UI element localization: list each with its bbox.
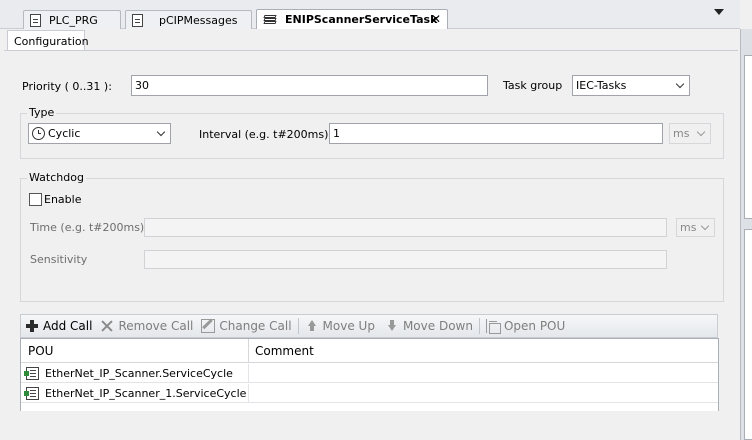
tab-label: pCIPMessages: [159, 13, 238, 27]
type-group-title: Type: [27, 106, 57, 119]
pou-icon: [24, 367, 39, 380]
watchdog-time-input[interactable]: [144, 218, 667, 237]
subtab-label: Configuration: [14, 34, 89, 48]
table-header: POU Comment: [21, 339, 718, 363]
pou-name: EtherNet_IP_Scanner_1.ServiceCycle: [45, 387, 247, 400]
pou-cell: EtherNet_IP_Scanner.ServiceCycle: [21, 364, 248, 383]
remove-call-label: Remove Call: [118, 319, 194, 333]
watchdog-group-title: Watchdog: [27, 171, 86, 184]
chevron-down-icon: [700, 221, 710, 231]
task-icon: [263, 14, 277, 26]
type-select[interactable]: Cyclic: [28, 123, 171, 144]
open-pou-label: Open POU: [503, 319, 566, 333]
move-down-label: Move Down: [402, 319, 473, 333]
chevron-down-icon: [675, 79, 685, 89]
open-pou-button[interactable]: Open POU: [485, 319, 566, 334]
table-row[interactable]: EtherNet_IP_Scanner.ServiceCycle: [21, 364, 718, 383]
tab-plc-prg[interactable]: PLC_PRG: [23, 10, 121, 29]
column-header-comment[interactable]: Comment: [248, 339, 718, 363]
clock-icon: [32, 127, 45, 140]
document-icon: [132, 13, 143, 27]
tab-label: ENIPScannerServiceTask: [285, 13, 438, 26]
side-panel-block: [744, 229, 752, 440]
tab-label: PLC_PRG: [49, 13, 98, 27]
move-down-button[interactable]: Move Down: [385, 319, 473, 333]
plus-icon: [25, 319, 39, 333]
priority-input[interactable]: 30: [131, 75, 488, 96]
task-group-label: Task group: [503, 79, 563, 92]
open-pou-icon: [485, 319, 501, 334]
watchdog-group: Watchdog Enable Time (e.g. t#200ms) ms S…: [20, 171, 724, 302]
interval-input[interactable]: 1: [329, 123, 663, 144]
table-row[interactable]: EtherNet_IP_Scanner_1.ServiceCycle: [21, 384, 718, 403]
column-divider: [248, 384, 249, 403]
chevron-down-icon: [696, 127, 706, 137]
pou-cell: EtherNet_IP_Scanner_1.ServiceCycle: [21, 384, 248, 403]
move-up-label: Move Up: [322, 319, 375, 333]
pou-icon: [24, 387, 39, 400]
add-call-button[interactable]: Add Call: [25, 319, 92, 333]
time-label: Time (e.g. t#200ms): [30, 221, 145, 234]
remove-call-button[interactable]: Remove Call: [100, 319, 193, 333]
enable-checkbox[interactable]: [29, 193, 42, 206]
tab-list-dropdown-icon[interactable]: [714, 9, 724, 15]
interval-unit-select[interactable]: ms: [669, 123, 711, 144]
type-group: Type Cyclic Interval (e.g. t#200ms) 1 ms: [20, 106, 724, 159]
priority-value: 30: [135, 79, 149, 92]
sensitivity-input[interactable]: [144, 250, 667, 269]
remove-icon: [100, 319, 114, 333]
priority-label: Priority ( 0..31 ):: [22, 80, 112, 93]
tab-pcipmessages[interactable]: pCIPMessages: [125, 10, 252, 29]
watchdog-time-unit-select[interactable]: ms: [676, 218, 715, 237]
interval-unit-value: ms: [673, 127, 690, 140]
watchdog-time-unit-value: ms: [680, 221, 697, 234]
toolbar-separator: [478, 318, 480, 334]
column-header-pou[interactable]: POU: [21, 339, 248, 363]
close-icon[interactable]: ✕: [431, 12, 441, 26]
move-up-button[interactable]: Move Up: [305, 319, 375, 333]
arrow-up-icon: [305, 319, 319, 333]
arrow-down-icon: [385, 319, 399, 333]
side-panel: [740, 29, 752, 440]
type-value: Cyclic: [48, 127, 81, 140]
column-divider: [248, 364, 249, 383]
change-call-button[interactable]: Change Call: [201, 319, 292, 333]
add-call-label: Add Call: [43, 319, 93, 333]
task-group-value: IEC-Tasks: [576, 79, 627, 92]
comment-cell: [255, 364, 715, 383]
edit-icon: [201, 319, 216, 333]
editor-tab-strip: PLC_PRG pCIPMessages ENIPScannerServiceT…: [0, 0, 740, 29]
toolbar-separator: [297, 318, 299, 334]
interval-label: Interval (e.g. t#200ms): [199, 128, 329, 141]
pou-name: EtherNet_IP_Scanner.ServiceCycle: [45, 367, 233, 380]
tab-enipscannerservicetask[interactable]: ENIPScannerServiceTask ✕: [256, 9, 448, 29]
comment-cell: [255, 384, 715, 403]
task-group-select[interactable]: IEC-Tasks: [572, 75, 690, 96]
document-icon: [30, 13, 41, 27]
sensitivity-label: Sensitivity: [30, 253, 88, 266]
call-table: POU Comment EtherNet_IP_Scanner.ServiceC…: [20, 338, 719, 411]
enable-label: Enable: [44, 193, 82, 206]
chevron-down-icon: [156, 127, 166, 137]
tab-configuration[interactable]: Configuration: [7, 30, 89, 51]
interval-value: 1: [333, 127, 340, 140]
side-panel-block: [744, 55, 752, 219]
change-call-label: Change Call: [219, 319, 292, 333]
call-toolbar: Add Call Remove Call Change Call Move Up…: [20, 314, 718, 338]
